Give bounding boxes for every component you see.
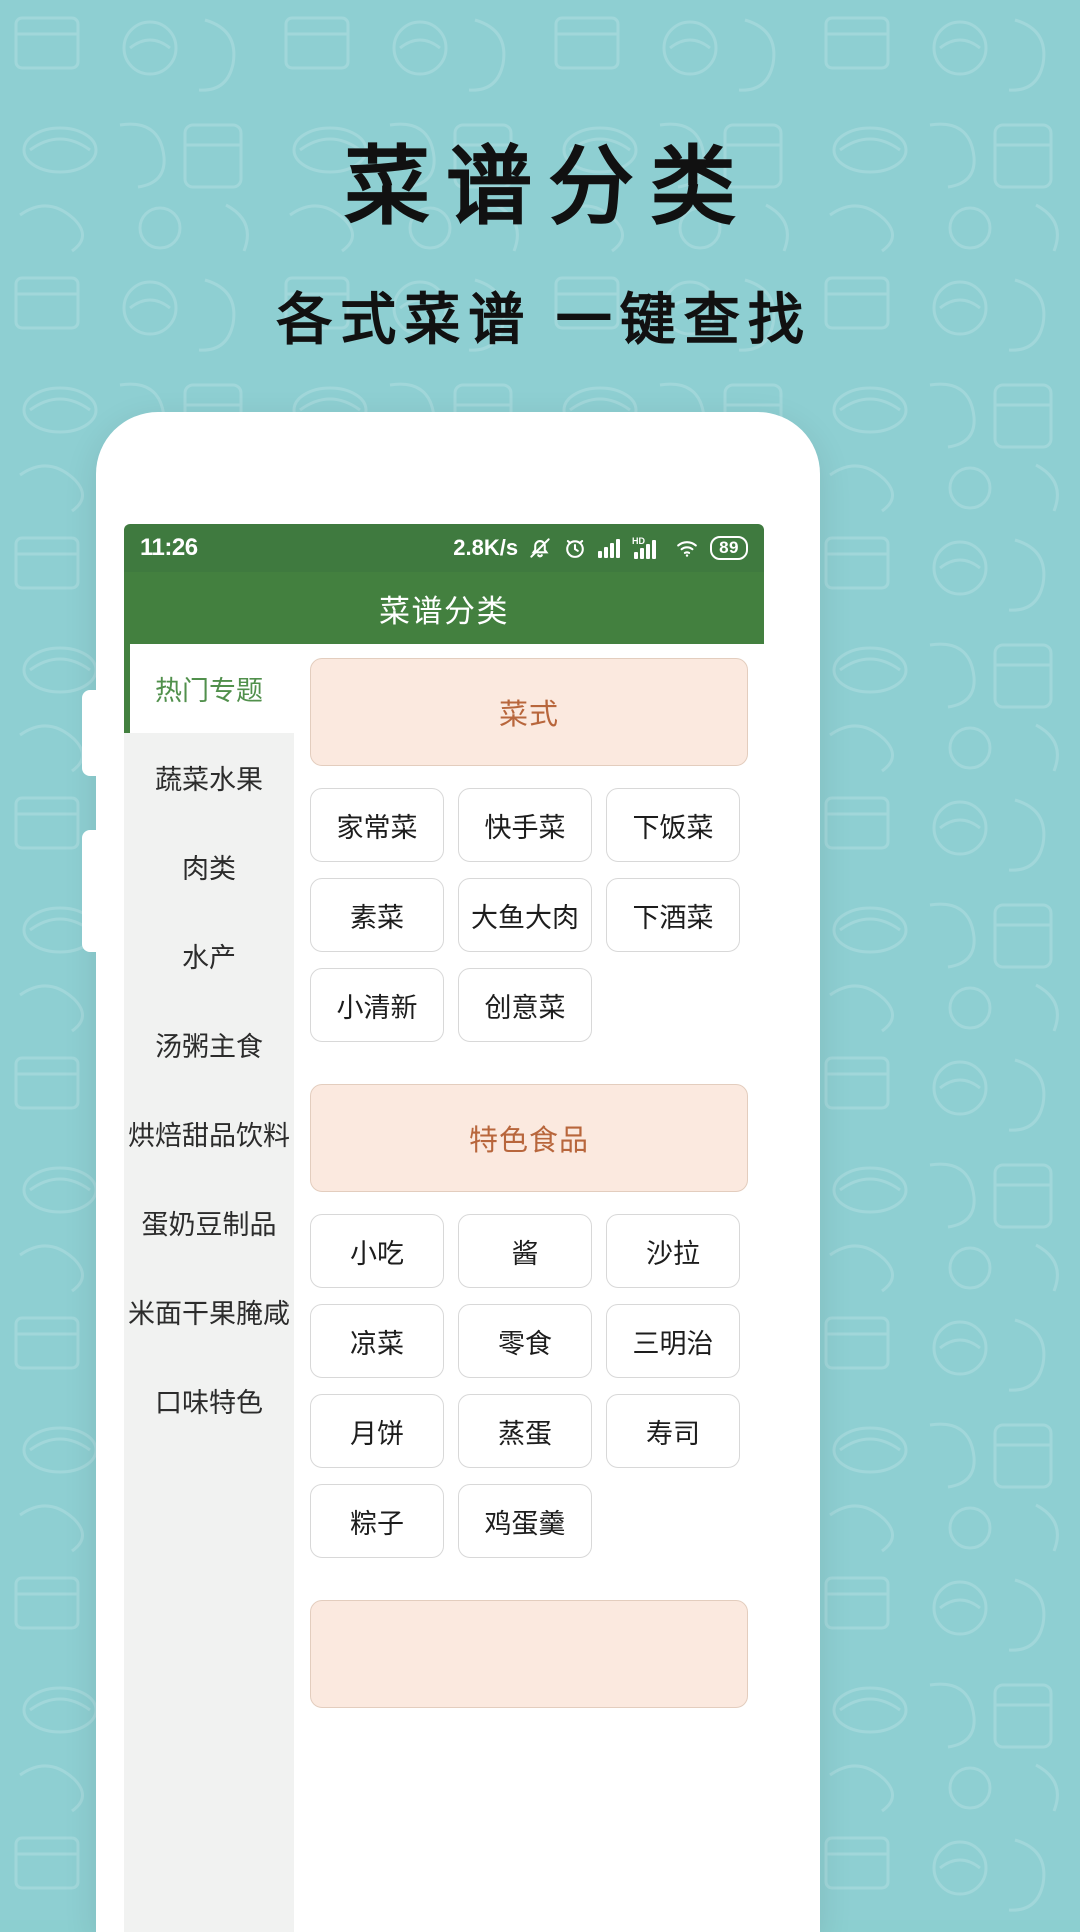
sidebar-item-flavor-specialty[interactable]: 口味特色 [124, 1356, 294, 1445]
sidebar-item-label: 蔬菜水果 [155, 765, 263, 795]
app-bar-title: 菜谱分类 [379, 593, 509, 629]
category-sidebar[interactable]: 热门专题 蔬菜水果 肉类 水产 汤粥主食 烘焙甜品饮料 蛋奶豆制品 米面干果腌咸… [124, 644, 294, 1932]
grid-item[interactable]: 大鱼大肉 [458, 878, 592, 952]
grid-item-label: 蒸蛋 [498, 1418, 552, 1449]
grid-item[interactable]: 蒸蛋 [458, 1394, 592, 1468]
sidebar-item-seafood[interactable]: 水产 [124, 911, 294, 1000]
grid-item-label: 零食 [498, 1328, 552, 1359]
signal-bars-icon [597, 536, 623, 560]
app-content: 热门专题 蔬菜水果 肉类 水产 汤粥主食 烘焙甜品饮料 蛋奶豆制品 米面干果腌咸… [124, 644, 764, 1932]
grid-item-label: 凉菜 [350, 1328, 404, 1359]
grid-item[interactable]: 寿司 [606, 1394, 740, 1468]
grid-item[interactable]: 零食 [458, 1304, 592, 1378]
status-bar: 11:26 2.8K/s HD 89 [124, 524, 764, 572]
grid-item-label: 家常菜 [336, 812, 418, 843]
sidebar-item-vegetables-fruits[interactable]: 蔬菜水果 [124, 733, 294, 822]
hd-signal-icon: HD [632, 535, 664, 561]
grid-item[interactable]: 下酒菜 [606, 878, 740, 952]
sidebar-item-label: 米面干果腌咸 [128, 1299, 290, 1329]
sidebar-item-meat[interactable]: 肉类 [124, 822, 294, 911]
sidebar-item-label: 热门专题 [155, 676, 263, 706]
phone-mockup: 11:26 2.8K/s HD 89 菜谱分类 热门专题 蔬菜水果 肉类 水产 … [82, 412, 820, 1932]
grid-item[interactable]: 创意菜 [458, 968, 592, 1042]
grid-item-label: 小清新 [336, 992, 418, 1023]
grid-item[interactable]: 素菜 [310, 878, 444, 952]
grid-item[interactable]: 小清新 [310, 968, 444, 1042]
sidebar-item-label: 口味特色 [155, 1388, 263, 1418]
section-header-specialty-food: 特色食品 [310, 1084, 748, 1192]
sidebar-item-label: 水产 [182, 943, 236, 973]
grid-item[interactable]: 三明治 [606, 1304, 740, 1378]
svg-text:HD: HD [632, 536, 645, 546]
alarm-clock-icon [562, 535, 588, 561]
grid-item-label: 快手菜 [484, 812, 566, 843]
status-time: 11:26 [140, 534, 198, 561]
grid-item[interactable]: 凉菜 [310, 1304, 444, 1378]
grid-item-label: 酱 [511, 1238, 539, 1269]
grid-item-label: 下酒菜 [632, 902, 714, 933]
sidebar-item-label: 汤粥主食 [155, 1032, 263, 1062]
grid-item[interactable]: 粽子 [310, 1484, 444, 1558]
sidebar-item-label: 肉类 [182, 854, 236, 884]
grid-item-label: 下饭菜 [632, 812, 714, 843]
sidebar-item-hot-topics[interactable]: 热门专题 [124, 644, 294, 733]
grid-item-label: 沙拉 [646, 1238, 700, 1269]
phone-side-button-volume [82, 690, 98, 776]
grid-item[interactable]: 下饭菜 [606, 788, 740, 862]
grid-item-label: 粽子 [350, 1508, 404, 1539]
grid-item-label: 小吃 [350, 1238, 404, 1269]
grid-item[interactable]: 月饼 [310, 1394, 444, 1468]
category-grid-specialty-food: 小吃 酱 沙拉 凉菜 零食 三明治 月饼 蒸蛋 寿司 粽子 鸡蛋羹 [310, 1214, 748, 1558]
grid-item[interactable]: 酱 [458, 1214, 592, 1288]
grid-item-label: 鸡蛋羹 [484, 1508, 566, 1539]
sidebar-item-label: 烘焙甜品饮料 [128, 1121, 290, 1151]
grid-item-label: 月饼 [350, 1418, 404, 1449]
grid-item-label: 创意菜 [484, 992, 566, 1023]
app-bar: 菜谱分类 [124, 572, 764, 644]
category-panel: 菜式 家常菜 快手菜 下饭菜 素菜 大鱼大肉 下酒菜 小清新 创意菜 特色食品 [294, 644, 764, 1932]
grid-item-label: 大鱼大肉 [471, 902, 579, 933]
grid-item[interactable]: 小吃 [310, 1214, 444, 1288]
battery-indicator: 89 [710, 536, 748, 560]
sidebar-item-baking-dessert-drinks[interactable]: 烘焙甜品饮料 [124, 1089, 294, 1178]
wifi-icon [673, 536, 701, 560]
section-header-label: 菜式 [498, 699, 559, 731]
category-grid-dish-style: 家常菜 快手菜 下饭菜 素菜 大鱼大肉 下酒菜 小清新 创意菜 [310, 788, 748, 1042]
sidebar-item-label: 蛋奶豆制品 [141, 1210, 277, 1240]
grid-item-label: 素菜 [350, 902, 404, 933]
phone-side-button-power [82, 830, 98, 952]
section-header-dish-style: 菜式 [310, 658, 748, 766]
promo-subtitle: 各式菜谱 一键查找 [276, 288, 812, 351]
mute-bell-icon [527, 535, 553, 561]
sidebar-item-egg-milk-soy[interactable]: 蛋奶豆制品 [124, 1178, 294, 1267]
grid-item[interactable]: 鸡蛋羹 [458, 1484, 592, 1558]
grid-item-label: 寿司 [646, 1418, 700, 1449]
grid-item[interactable]: 家常菜 [310, 788, 444, 862]
section-header-label: 特色食品 [468, 1125, 589, 1157]
sidebar-item-soup-staple[interactable]: 汤粥主食 [124, 1000, 294, 1089]
grid-item[interactable]: 快手菜 [458, 788, 592, 862]
grid-item[interactable]: 沙拉 [606, 1214, 740, 1288]
status-icons: 2.8K/s HD 89 [453, 535, 748, 561]
promo-title: 菜谱分类 [344, 139, 752, 235]
network-speed-label: 2.8K/s [453, 535, 519, 560]
section-header-next [310, 1600, 748, 1708]
grid-item-label: 三明治 [632, 1328, 714, 1359]
sidebar-item-rice-noodle-nuts-pickles[interactable]: 米面干果腌咸 [124, 1267, 294, 1356]
phone-screen: 11:26 2.8K/s HD 89 菜谱分类 热门专题 蔬菜水果 肉类 水产 … [124, 524, 764, 1932]
